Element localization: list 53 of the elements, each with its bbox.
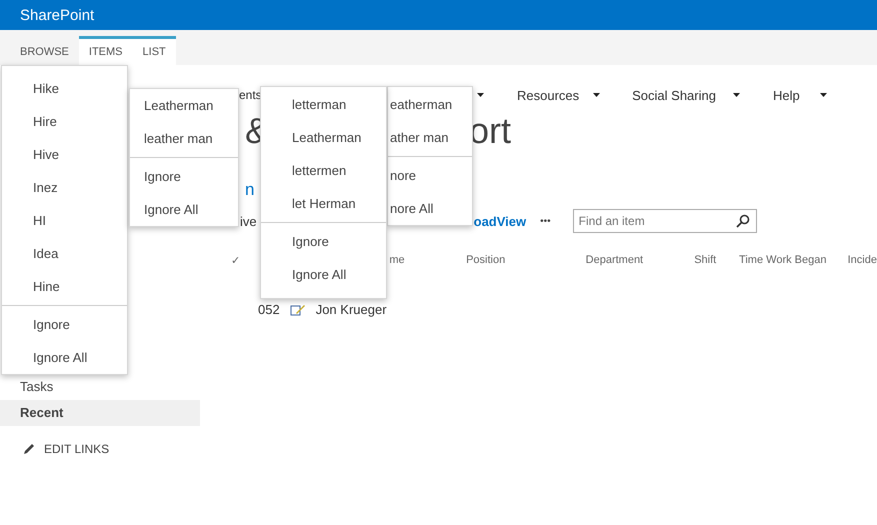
edit-icon[interactable] <box>290 302 306 316</box>
caret-icon[interactable] <box>593 93 600 97</box>
suggestion-item[interactable]: Hike <box>2 72 127 105</box>
nav-link[interactable]: Social Sharing <box>632 88 716 102</box>
view-link[interactable]: oadView <box>474 214 526 228</box>
suggestion-item[interactable]: Leatherman <box>261 121 386 154</box>
table-cell: Jon Krueger <box>316 302 387 317</box>
ribbon-tab[interactable]: LIST <box>132 36 176 65</box>
edit-links-link[interactable]: EDIT LINKS <box>44 442 110 456</box>
menu-item[interactable]: Ignore All <box>2 341 127 374</box>
search-field[interactable]: Find an item <box>572 209 757 233</box>
suggestion-item[interactable]: Hive <box>2 138 127 171</box>
sidebar-item[interactable]: Tasks <box>0 374 200 400</box>
table-cell: 052 <box>258 302 280 317</box>
ribbon-tab[interactable]: BROWSE <box>10 36 79 65</box>
menu-item[interactable]: nore All <box>388 192 472 225</box>
suggestion-item[interactable]: Hire <box>2 105 127 138</box>
sidebar-item[interactable]: Recent <box>0 400 200 426</box>
suggestion-item[interactable]: letterman <box>261 88 386 121</box>
nav-link[interactable]: Help <box>772 88 800 102</box>
suggestion-item[interactable]: lettermen <box>261 154 386 187</box>
suggestion-item[interactable]: Hine <box>2 270 127 303</box>
suggestion-item[interactable]: HI <box>2 204 127 237</box>
menu-item[interactable]: nore <box>388 159 472 192</box>
ribbon-tab[interactable]: ITEMS <box>78 36 133 65</box>
caret-icon[interactable] <box>732 93 740 97</box>
menu-item[interactable]: Ignore <box>2 308 127 341</box>
column-header[interactable]: me <box>389 254 466 266</box>
more-button[interactable]: ••• <box>540 216 551 226</box>
column-header[interactable]: Shift <box>694 254 740 266</box>
search-icon[interactable] <box>736 214 750 228</box>
nav-link[interactable]: Resources <box>517 88 580 102</box>
suggestion-item[interactable]: Leatherman <box>130 89 238 122</box>
column-header[interactable]: Department <box>586 254 694 266</box>
suggestion-item[interactable]: let Herman <box>261 187 386 220</box>
menu-item[interactable]: Ignore All <box>130 193 238 226</box>
view-label[interactable]: ive <box>240 214 257 228</box>
suggestion-item[interactable]: eatherman <box>388 88 472 121</box>
suggestion-item[interactable]: ather man <box>388 121 472 154</box>
app-title[interactable]: SharePoint <box>20 6 94 24</box>
menu-item[interactable]: Ignore All <box>261 258 386 291</box>
pencil-icon <box>23 443 35 455</box>
column-header[interactable]: Time Work Began <box>739 254 848 266</box>
column-header[interactable]: Position <box>466 254 586 266</box>
column-header[interactable]: Incide <box>848 254 877 266</box>
menu-item[interactable]: Ignore <box>130 160 238 193</box>
new-item-link[interactable]: n <box>245 180 254 200</box>
suggestion-item[interactable]: Inez <box>2 171 127 204</box>
caret-icon[interactable] <box>820 93 827 97</box>
menu-item[interactable]: Ignore <box>261 225 386 258</box>
suggestion-item[interactable]: Idea <box>2 237 127 270</box>
suggestion-item[interactable]: leather man <box>130 122 238 155</box>
caret-icon[interactable] <box>477 93 484 97</box>
